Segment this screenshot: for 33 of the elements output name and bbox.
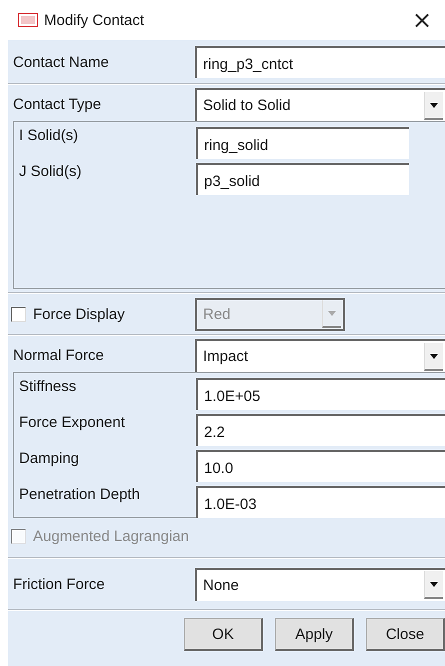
field-label: Penetration Depth [18,486,141,503]
dropdown[interactable]: Solid to Solid [195,88,445,121]
checkbox-label: Force Display [33,306,125,322]
checkbox-label: Augmented Lagrangian [33,528,189,544]
app-logo-icon [18,13,38,27]
close-button[interactable]: × [399,0,445,40]
window-title: Modify Contact [44,12,146,28]
field-label: J Solid(s) [18,163,83,180]
dropdown-caret-icon [424,92,443,120]
text-field[interactable]: 1.0E+05 [196,378,445,410]
dialog-button[interactable]: OK [184,618,263,651]
text-field[interactable]: 2.2 [196,414,445,446]
text-field[interactable]: ring_p3_cntct [195,46,445,78]
dialog-button[interactable]: Close [366,618,445,651]
field-label: Force Exponent [18,414,126,431]
field-label: Stiffness [18,378,78,395]
dropdown[interactable]: None [195,568,445,600]
field-label: Damping [18,450,80,467]
dropdown-caret-icon [424,571,443,599]
field-label: Normal Force [12,347,105,364]
text-field[interactable]: 10.0 [196,450,445,482]
text-field[interactable]: 1.0E-03 [196,486,445,518]
field-label: Contact Name [12,54,110,70]
text-field[interactable]: p3_solid [196,163,409,195]
dialog-button[interactable]: Apply [275,618,354,651]
dropdown-caret-icon [424,342,443,370]
field-label: Friction Force [12,576,106,592]
field-label: Contact Type [12,96,102,113]
checkbox[interactable] [11,306,26,322]
dropdown-caret-icon [322,300,341,328]
field-label: I Solid(s) [18,127,80,144]
dropdown[interactable]: Impact [195,339,445,372]
text-field[interactable]: ring_solid [196,127,409,159]
